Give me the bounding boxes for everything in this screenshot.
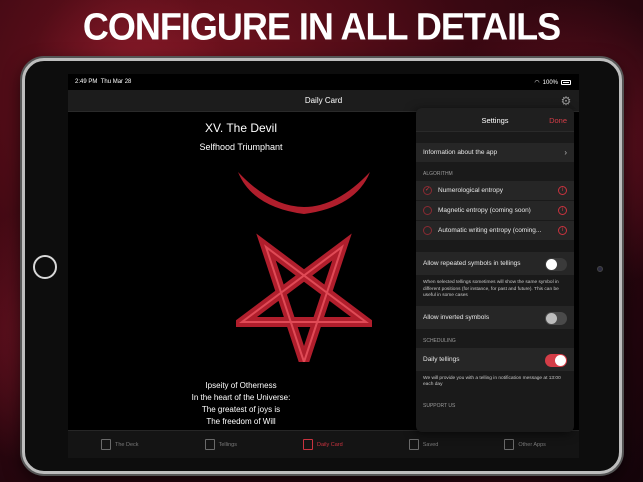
- card-subtitle: Selfhood Triumphant: [199, 142, 283, 152]
- repeated-symbols-row: Allow repeated symbols in tellings: [416, 252, 574, 276]
- tab-the-deck[interactable]: The Deck: [101, 439, 139, 450]
- status-right: ◠ 100%: [534, 79, 571, 86]
- nav-title: Daily Card: [304, 96, 343, 105]
- status-bar: 2:49 PM Thu Mar 28 ◠ 100%: [68, 74, 579, 90]
- tab-label: Daily Card: [317, 441, 343, 448]
- settings-popover: Settings Done Information about the app …: [416, 108, 574, 432]
- list-icon: [408, 439, 419, 450]
- info-row-label: Information about the app: [423, 149, 498, 156]
- pentagram-icon: [236, 233, 372, 362]
- check-icon: ✓: [423, 186, 432, 195]
- home-button[interactable]: [33, 255, 57, 279]
- algorithm-section-label: ALGORITHM: [423, 171, 453, 177]
- daily-label: Daily tellings: [423, 355, 460, 363]
- battery-label: 100%: [542, 79, 558, 86]
- info-icon[interactable]: i: [558, 226, 567, 235]
- headline: CONFIGURE IN ALL DETAILS: [82, 4, 561, 48]
- ipad-frame: 2:49 PM Thu Mar 28 ◠ 100% Daily Card ⚙ X…: [22, 58, 622, 474]
- repeated-toggle[interactable]: [545, 258, 567, 271]
- inverted-label: Allow inverted symbols: [423, 313, 490, 321]
- hand-icon: [204, 439, 215, 450]
- card-icon: [101, 439, 112, 450]
- tab-label: Other Apps: [518, 441, 546, 448]
- option-label: Magnetic entropy (coming soon): [438, 207, 531, 214]
- option-label: Automatic writing entropy (coming...: [438, 227, 542, 234]
- algorithm-option[interactable]: Automatic writing entropy (coming... i: [416, 221, 574, 241]
- tab-other-apps[interactable]: Other Apps: [504, 439, 546, 450]
- option-label: Numerological entropy: [438, 187, 504, 194]
- scheduling-section-label: SCHEDULING: [423, 337, 456, 344]
- support-section-label: SUPPORT US: [423, 402, 456, 409]
- battery-icon: [561, 80, 571, 85]
- poem-line: The freedom of Will: [206, 417, 276, 426]
- tab-daily-card[interactable]: Daily Card: [303, 439, 343, 450]
- tab-label: Saved: [422, 441, 439, 448]
- tab-tellings[interactable]: Tellings: [204, 439, 237, 450]
- chevron-right-icon: ›: [564, 148, 567, 157]
- inverted-toggle[interactable]: [545, 311, 567, 325]
- settings-header: Settings Done: [416, 108, 574, 132]
- calendar-icon: [303, 439, 313, 450]
- radio-icon: [423, 206, 432, 215]
- repeated-note: When selected tellings sometimes will sh…: [423, 280, 559, 298]
- poem-line: The greatest of joys is: [201, 405, 281, 414]
- inverted-symbols-row: Allow inverted symbols: [416, 305, 574, 330]
- daily-note: We will provide you with a telling in no…: [423, 375, 561, 388]
- tab-label: Tellings: [218, 441, 237, 448]
- algorithm-option[interactable]: ✓ Numerological entropy i: [416, 181, 574, 201]
- info-row[interactable]: Information about the app ›: [416, 143, 574, 163]
- tab-label: The Deck: [115, 441, 139, 448]
- info-icon[interactable]: i: [558, 186, 567, 195]
- repeated-label: Allow repeated symbols in tellings: [423, 260, 521, 267]
- daily-toggle[interactable]: [545, 353, 567, 367]
- crescent-icon: [238, 172, 370, 214]
- tab-bar: The Deck Tellings Daily Card Saved Other…: [68, 430, 579, 458]
- info-icon[interactable]: i: [558, 206, 567, 215]
- camera-icon: [597, 266, 603, 272]
- grid-icon: [504, 439, 515, 450]
- screen: 2:49 PM Thu Mar 28 ◠ 100% Daily Card ⚙ X…: [68, 74, 579, 458]
- pentagram-symbol: [236, 172, 372, 362]
- daily-tellings-row: Daily tellings: [416, 347, 574, 372]
- radio-icon: [423, 226, 432, 235]
- card-title: XV. The Devil: [204, 121, 278, 135]
- poem-line: In the heart of the Universe:: [191, 393, 291, 402]
- card-poem: Ipseity of Otherness In the heart of the…: [68, 380, 414, 428]
- algorithm-option[interactable]: Magnetic entropy (coming soon) i: [416, 201, 574, 221]
- done-button[interactable]: Done: [549, 116, 567, 125]
- tab-saved[interactable]: Saved: [408, 439, 439, 450]
- status-time: 2:49 PM Thu Mar 28: [75, 79, 132, 85]
- wifi-icon: ◠: [534, 80, 540, 86]
- poem-line: Ipseity of Otherness: [205, 381, 277, 390]
